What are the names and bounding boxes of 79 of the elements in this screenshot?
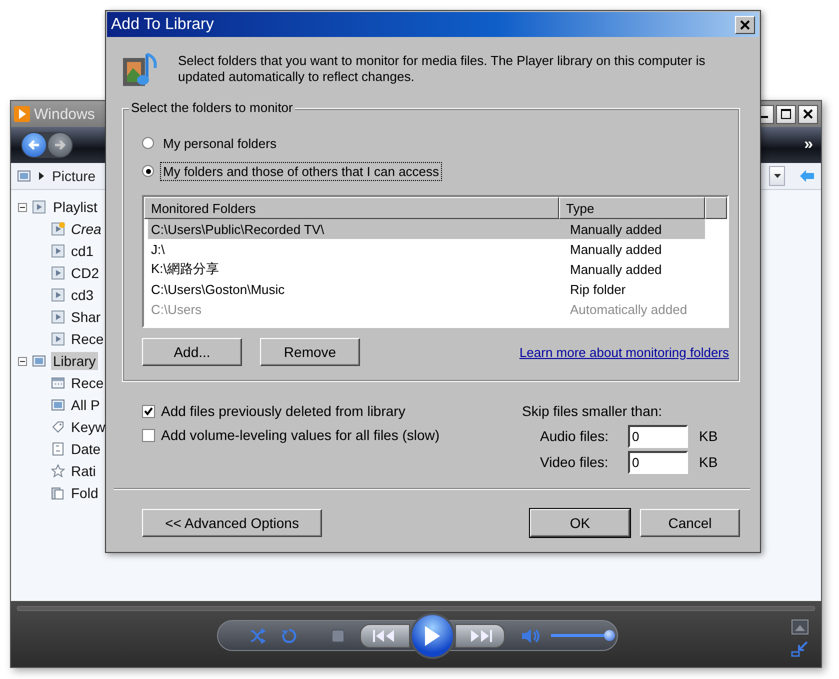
date-icon [51,442,65,456]
unit-label: KB [699,428,718,444]
tree-item[interactable]: Library [51,352,98,370]
tree-item[interactable]: CD2 [69,264,102,282]
collapse-toggle[interactable] [18,356,27,366]
tree-item[interactable]: Rece [69,374,106,392]
column-header[interactable]: Monitored Folders [144,197,559,219]
list-row[interactable]: K:\網路分享 Manually added [148,259,705,279]
playlist-icon [51,332,65,346]
dropdown-button[interactable] [769,166,785,186]
caret-icon [774,174,780,178]
help-link[interactable]: Learn more about monitoring folders [519,344,729,360]
list-row[interactable]: C:\Users\Public\Recorded TV\ Manually added [148,219,705,239]
picture-icon [51,398,65,412]
tree-item[interactable]: Rece [69,330,106,348]
field-label: Audio files: [540,428,610,444]
forward-button[interactable] [48,133,72,157]
back-arrow-icon [27,138,41,152]
list-row[interactable]: J:\ Manually added [148,239,705,259]
tree-item[interactable]: Playlist [51,198,100,216]
more-button[interactable]: » [800,136,817,154]
tree-item[interactable]: Fold [69,484,100,502]
tree-item[interactable]: Rati [69,462,98,480]
picture-icon [17,169,31,183]
picture-icon [32,354,46,368]
dialog-button[interactable]: OK [530,509,630,537]
folder-icon [51,486,65,500]
size-field[interactable]: 0 [628,424,688,448]
field-label: Video files: [540,454,610,470]
checkbox-option[interactable]: Add volume-leveling values for all files (slow) [142,423,440,447]
next-button[interactable] [455,624,505,648]
app-icon [14,106,30,122]
radio-option[interactable]: My personal folders [142,129,280,157]
dialog-button[interactable]: << Advanced Options [142,509,322,537]
switch-view-icon[interactable] [791,641,809,657]
tag-icon [51,420,65,434]
picture-icon[interactable] [791,619,809,635]
tree-item[interactable]: Keyw [69,418,108,436]
checkbox-option[interactable]: Add files previously deleted from library [142,399,406,423]
playlist-icon [51,244,65,258]
description-text: Select folders that you want to monitor for media files. The Player library on this computer is updated automatically to reflect changes. [178,52,706,86]
playlist-icon [51,310,65,324]
tree-item[interactable]: Crea [69,220,104,238]
breadcrumb[interactable]: Picture [52,168,96,184]
playlist-icon [51,288,65,302]
calendar-icon [51,376,65,390]
playlist-icon [51,222,65,236]
skip-label: Skip files smaller than: [522,402,664,421]
list-row[interactable]: C:\Users\Goston\Music Rip folder [148,279,705,299]
tree-item[interactable]: All P [69,396,102,414]
remove-button[interactable]: Remove [260,338,360,366]
play-icon [423,624,442,646]
back-button[interactable] [22,133,46,157]
tree-item[interactable]: Date [69,440,103,458]
maximize-icon [781,109,791,119]
check-icon [144,406,153,416]
collapse-toggle[interactable] [18,202,27,212]
tree-item[interactable]: cd1 [69,242,96,260]
unit-label: KB [699,454,718,470]
group-label: Select the folders to monitor [129,100,295,115]
forward-arrow-icon [53,138,67,152]
close-icon [803,109,813,119]
dialog-button[interactable]: Cancel [640,509,740,537]
dialog-title: Add To Library [111,16,214,34]
add-button[interactable]: Add... [142,338,242,366]
close-icon [740,20,750,30]
maximize-button[interactable] [776,104,796,124]
size-field[interactable]: 0 [628,450,688,474]
star-icon [51,464,65,478]
column-header[interactable]: Type [559,197,705,219]
playlist-icon [32,200,46,214]
play-button[interactable] [410,612,456,658]
previous-button[interactable] [360,624,410,648]
breadcrumb-arrow-icon [39,172,44,180]
window-title: Windows [34,106,95,122]
playlist-icon [51,266,65,280]
close-button[interactable] [798,104,818,124]
tree-item[interactable]: cd3 [69,286,96,304]
tree-item[interactable]: Shar [69,308,103,326]
